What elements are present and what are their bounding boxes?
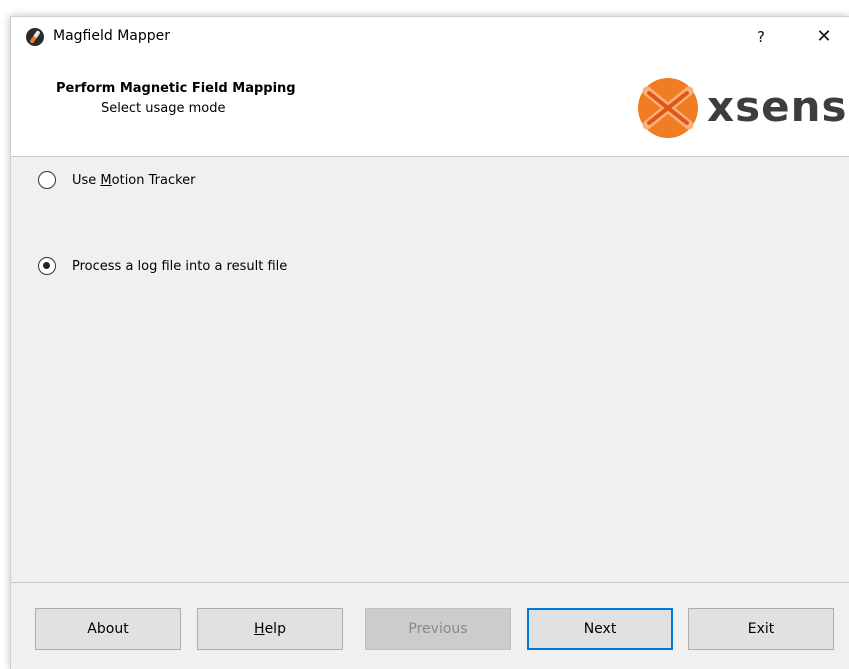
app-icon <box>26 28 44 46</box>
page-subtitle: Select usage mode <box>101 101 226 116</box>
about-button[interactable]: About <box>35 608 181 650</box>
option-process-log-file[interactable]: Process a log file into a result file <box>38 255 287 277</box>
logo-wordmark: xsens <box>707 82 848 131</box>
help-button[interactable]: Help <box>197 608 343 650</box>
window-title: Magfield Mapper <box>53 28 171 44</box>
option-use-motion-tracker[interactable]: Use Motion Tracker <box>38 169 196 191</box>
wizard-content: Use Motion Tracker Process a log file in… <box>11 157 849 582</box>
previous-button[interactable]: Previous <box>365 608 511 650</box>
option-label[interactable]: Process a log file into a result file <box>72 259 287 274</box>
exit-button[interactable]: Exit <box>688 608 834 650</box>
radio-button-checked[interactable] <box>38 257 56 275</box>
close-icon[interactable]: ✕ <box>804 21 844 53</box>
option-label[interactable]: Use Motion Tracker <box>72 173 196 188</box>
compass-needle-icon <box>29 30 41 44</box>
help-icon[interactable]: ? <box>741 21 781 53</box>
next-button[interactable]: Next <box>527 608 673 650</box>
wizard-header: Perform Magnetic Field Mapping Select us… <box>11 57 849 157</box>
radio-button[interactable] <box>38 171 56 189</box>
title-bar[interactable]: Magfield Mapper ? ✕ <box>11 17 849 57</box>
wizard-window: Magfield Mapper ? ✕ Perform Magnetic Fie… <box>10 16 849 669</box>
footer-divider <box>11 582 849 583</box>
xsens-logo-mark-icon <box>638 78 698 138</box>
xsens-logo: xsens <box>637 77 849 139</box>
page-title: Perform Magnetic Field Mapping <box>56 81 296 96</box>
